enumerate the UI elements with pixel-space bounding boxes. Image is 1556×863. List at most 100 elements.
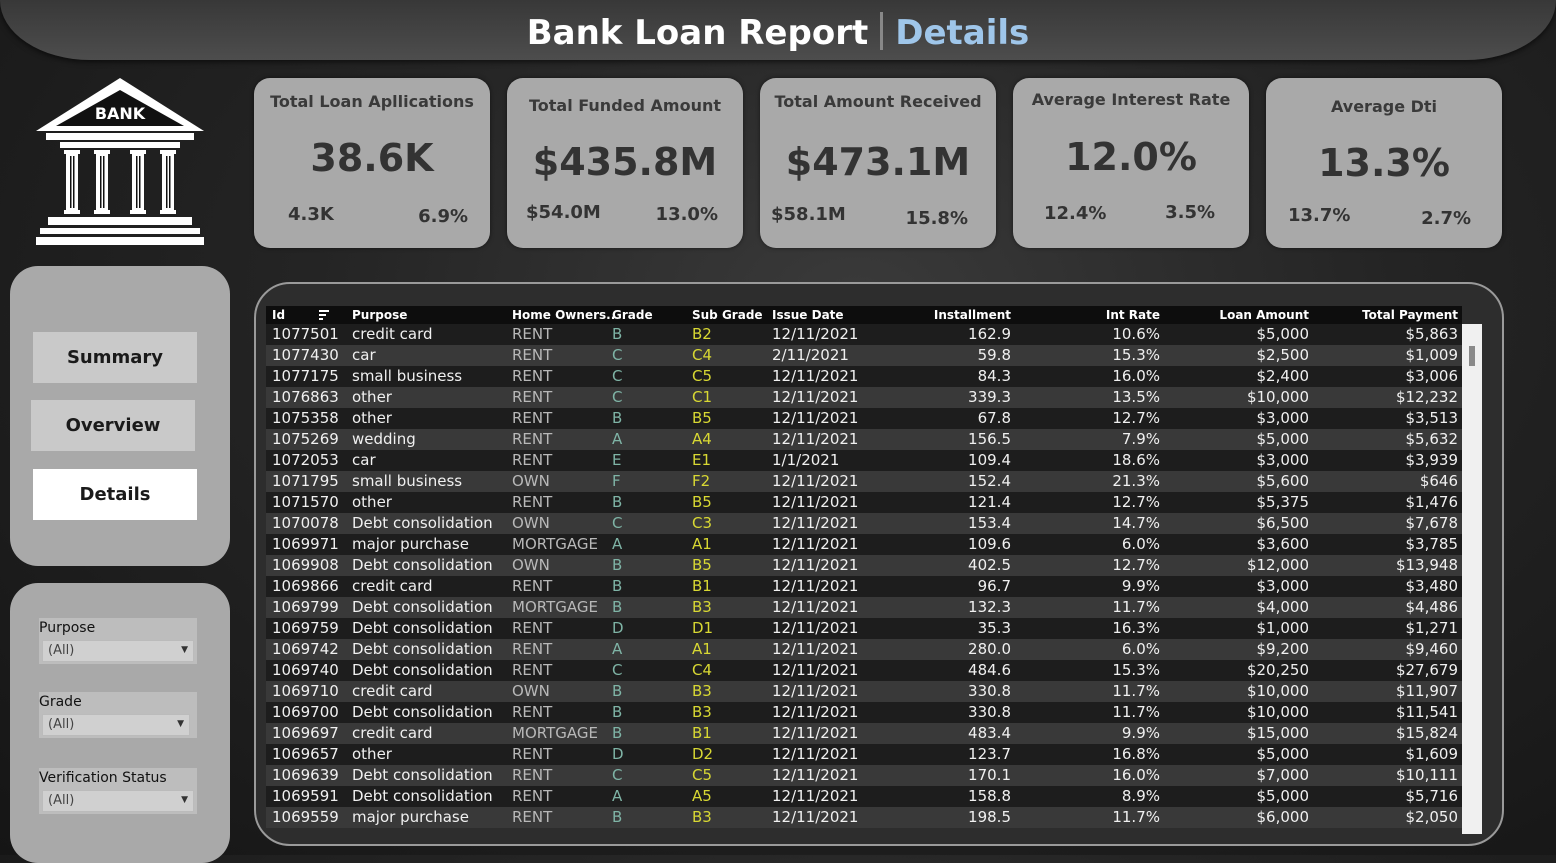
- table-row[interactable]: 1069742 Debt consolidation RENT A A1 12/11/20…: [266, 639, 1462, 660]
- table-row[interactable]: 1069866 credit card RENT B B1 12/11/2021 96.7 9…: [266, 576, 1462, 597]
- col-installment-header[interactable]: Installment: [934, 308, 1011, 322]
- col-id-cell: 1069742: [272, 640, 339, 658]
- col-id-cell: 1075358: [272, 409, 339, 427]
- col-purpose-cell: small business: [352, 472, 463, 490]
- col-installment-cell: 198.5: [968, 808, 1011, 826]
- col-grade-header[interactable]: Grade: [612, 308, 653, 322]
- col-total-payment-cell: $3,939: [1405, 451, 1459, 469]
- table-row[interactable]: 1076863 other RENT C C1 12/11/2021 339.3 13.5% $…: [266, 387, 1462, 408]
- table-row[interactable]: 1069908 Debt consolidation OWN B B5 12/11/202…: [266, 555, 1462, 576]
- col-purpose-header[interactable]: Purpose: [352, 308, 407, 322]
- table-row[interactable]: 1071795 small business OWN F F2 12/11/2021 152…: [266, 471, 1462, 492]
- col-issue-date-header[interactable]: Issue Date: [772, 308, 844, 322]
- col-loan-amount-cell: $5,600: [1256, 472, 1310, 490]
- col-purpose-cell: credit card: [352, 577, 433, 595]
- table-row[interactable]: 1069971 major purchase MORTGAGE A A1 12/11/20…: [266, 534, 1462, 555]
- col-home-ownership-cell: RENT: [512, 787, 553, 805]
- col-issue-date-cell: 12/11/2021: [772, 388, 859, 406]
- col-int-rate-cell: 6.0%: [1121, 535, 1160, 553]
- col-sub-grade-header[interactable]: Sub Grade: [692, 308, 763, 322]
- col-home-ownership-cell: RENT: [512, 808, 553, 826]
- col-home-ownership-cell: RENT: [512, 745, 553, 763]
- kpi-mom: 15.8%: [905, 208, 968, 229]
- col-int-rate-header[interactable]: Int Rate: [1106, 308, 1160, 322]
- col-total-payment-cell: $3,785: [1405, 535, 1459, 553]
- col-sub-grade-cell: B5: [692, 493, 712, 511]
- table-row[interactable]: 1069657 other RENT D D2 12/11/2021 123.7 16.8% $…: [266, 744, 1462, 765]
- col-installment-cell: 156.5: [968, 430, 1011, 448]
- table-row[interactable]: 1069740 Debt consolidation RENT C C4 12/11/20…: [266, 660, 1462, 681]
- table-row[interactable]: 1075269 wedding RENT A A4 12/11/2021 156.5 7.9%…: [266, 429, 1462, 450]
- title-divider: [880, 12, 884, 50]
- col-total-payment-header[interactable]: Total Payment: [1362, 308, 1458, 322]
- col-int-rate-cell: 10.6%: [1112, 325, 1160, 343]
- col-purpose-cell: credit card: [352, 325, 433, 343]
- table-scrollbar[interactable]: [1462, 324, 1482, 834]
- filter-value: (All): [48, 793, 75, 808]
- filter-label: Grade: [39, 694, 82, 710]
- col-total-payment-cell: $15,824: [1395, 724, 1458, 742]
- col-purpose-cell: other: [352, 388, 392, 406]
- kpi-mom: 13.0%: [655, 204, 718, 225]
- col-installment-cell: 162.9: [968, 325, 1011, 343]
- col-loan-amount-cell: $12,000: [1246, 556, 1309, 574]
- col-installment-cell: 123.7: [968, 745, 1011, 763]
- table-row[interactable]: 1069639 Debt consolidation RENT C C5 12/11/20…: [266, 765, 1462, 786]
- grade-filter: Grade (All) ▼: [39, 692, 197, 738]
- scroll-thumb[interactable]: [1469, 346, 1475, 366]
- col-home-ownership-cell: RENT: [512, 493, 553, 511]
- col-int-rate-cell: 14.7%: [1112, 514, 1160, 532]
- col-sub-grade-cell: C5: [692, 367, 713, 385]
- table-row[interactable]: 1069799 Debt consolidation MORTGAGE B B3 12/1…: [266, 597, 1462, 618]
- table-row[interactable]: 1069759 Debt consolidation RENT D D1 12/11/20…: [266, 618, 1462, 639]
- table-row[interactable]: 1077430 car RENT C C4 2/11/2021 59.8 15.3% $2,50…: [266, 345, 1462, 366]
- col-installment-cell: 132.3: [968, 598, 1011, 616]
- col-sub-grade-cell: D1: [692, 619, 714, 637]
- table-row[interactable]: 1071570 other RENT B B5 12/11/2021 121.4 12.7% $…: [266, 492, 1462, 513]
- table-row[interactable]: 1075358 other RENT B B5 12/11/2021 67.8 12.7% $3…: [266, 408, 1462, 429]
- col-grade-cell: C: [612, 661, 623, 679]
- verification-status-select[interactable]: (All) ▼: [42, 790, 194, 812]
- kpi-label: Total Amount Received: [774, 92, 982, 111]
- col-total-payment-cell: $1,009: [1405, 346, 1459, 364]
- grade-select[interactable]: (All) ▼: [42, 714, 190, 736]
- col-issue-date-cell: 12/11/2021: [772, 556, 859, 574]
- report-subtitle: Details: [895, 13, 1030, 53]
- col-int-rate-cell: 18.6%: [1112, 451, 1160, 469]
- table-row[interactable]: 1069710 credit card OWN B B3 12/11/2021 330.8 1…: [266, 681, 1462, 702]
- filter-value: (All): [48, 717, 75, 732]
- sort-icon[interactable]: [318, 309, 330, 321]
- col-total-payment-cell: $13,948: [1395, 556, 1458, 574]
- col-issue-date-cell: 12/11/2021: [772, 409, 859, 427]
- table-row[interactable]: 1069559 major purchase RENT B B3 12/11/2021 19…: [266, 807, 1462, 828]
- col-int-rate-cell: 15.3%: [1112, 346, 1160, 364]
- col-loan-amount-header[interactable]: Loan Amount: [1219, 308, 1309, 322]
- kpi-label: Average Dti: [1330, 97, 1438, 116]
- col-id-cell: 1069697: [272, 724, 339, 742]
- col-total-payment-cell: $3,006: [1405, 367, 1459, 385]
- col-total-payment-cell: $2,050: [1405, 808, 1459, 826]
- col-int-rate-cell: 15.3%: [1112, 661, 1160, 679]
- details-button[interactable]: Details: [33, 469, 197, 520]
- col-home-ownership-cell: RENT: [512, 388, 553, 406]
- col-id-header[interactable]: Id: [272, 308, 285, 322]
- table-row[interactable]: 1070078 Debt consolidation OWN C C3 12/11/202…: [266, 513, 1462, 534]
- col-issue-date-cell: 12/11/2021: [772, 535, 859, 553]
- overview-button[interactable]: Overview: [31, 400, 195, 451]
- col-id-cell: 1069700: [272, 703, 339, 721]
- col-home-ownership-header[interactable]: Home Owners..: [512, 308, 615, 322]
- col-grade-cell: B: [612, 598, 623, 616]
- table-row[interactable]: 1069591 Debt consolidation RENT A A5 12/11/20…: [266, 786, 1462, 807]
- table-row[interactable]: 1069700 Debt consolidation RENT B B3 12/11/20…: [266, 702, 1462, 723]
- col-installment-cell: 121.4: [968, 493, 1011, 511]
- col-loan-amount-cell: $10,000: [1246, 388, 1309, 406]
- summary-button[interactable]: Summary: [33, 332, 197, 383]
- table-row[interactable]: 1072053 car RENT E E1 1/1/2021 109.4 18.6% $3,00…: [266, 450, 1462, 471]
- purpose-select[interactable]: (All) ▼: [42, 640, 194, 662]
- table-row[interactable]: 1077501 credit card RENT B B2 12/11/2021 162.9…: [266, 324, 1462, 345]
- table-row[interactable]: 1069697 credit card MORTGAGE B B1 12/11/2021 4…: [266, 723, 1462, 744]
- col-id-cell: 1071795: [272, 472, 339, 490]
- col-installment-cell: 484.6: [968, 661, 1011, 679]
- table-row[interactable]: 1077175 small business RENT C C5 12/11/2021 84…: [266, 366, 1462, 387]
- col-purpose-cell: major purchase: [352, 808, 469, 826]
